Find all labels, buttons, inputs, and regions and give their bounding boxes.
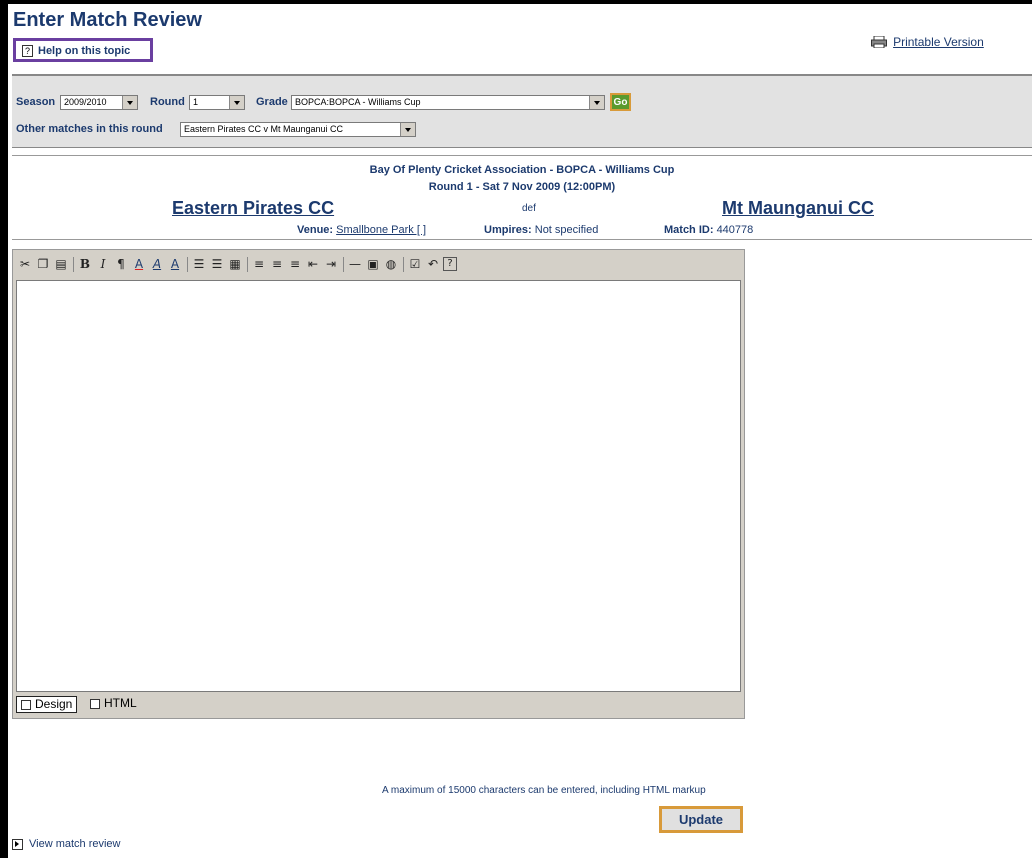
- play-icon: [12, 838, 23, 850]
- round-select[interactable]: 1: [189, 95, 245, 110]
- max-characters-note: A maximum of 15000 characters can be ent…: [382, 785, 706, 796]
- editor-text-area[interactable]: [16, 280, 741, 692]
- filter-bar: Season 2009/2010 Round 1 Grade BOPCA:BOP…: [12, 74, 1032, 148]
- tab-html-label: HTML: [104, 696, 137, 710]
- home-team-link[interactable]: Eastern Pirates CC: [172, 198, 334, 219]
- umpires-label: Umpires:: [484, 224, 532, 236]
- grade-label: Grade: [256, 96, 288, 108]
- toolbar-divider: [73, 257, 74, 272]
- toolbar-divider: [343, 257, 344, 272]
- spellcheck-icon[interactable]: ☑: [407, 255, 423, 273]
- image-icon[interactable]: ▣: [365, 255, 381, 273]
- link-icon[interactable]: ◍: [383, 255, 399, 273]
- horizontal-rule-icon[interactable]: —: [347, 255, 363, 273]
- toolbar-divider: [187, 257, 188, 272]
- venue-info: Venue: Smallbone Park [ ]: [297, 224, 426, 236]
- page-title: Enter Match Review: [13, 9, 202, 31]
- association-name: Bay Of Plenty Cricket Association - BOPC…: [369, 164, 675, 176]
- view-match-review-link[interactable]: View match review: [12, 838, 121, 850]
- html-icon: [90, 698, 100, 709]
- table-icon[interactable]: ▦: [227, 255, 243, 273]
- editor-mode-bar: Design HTML: [16, 696, 741, 714]
- paste-icon[interactable]: ▤: [53, 255, 69, 273]
- superscript-icon[interactable]: A: [167, 255, 183, 273]
- help-link[interactable]: ? Help on this topic: [13, 38, 153, 62]
- bold-icon[interactable]: B: [77, 255, 93, 273]
- grade-select[interactable]: BOPCA:BOPCA - Williams Cup: [291, 95, 605, 110]
- align-right-icon[interactable]: ≡: [287, 255, 303, 273]
- match-summary: Bay Of Plenty Cricket Association - BOPC…: [12, 155, 1032, 240]
- chevron-down-icon[interactable]: [229, 96, 244, 109]
- view-match-review-label: View match review: [29, 838, 121, 850]
- undo-icon[interactable]: ↶: [425, 255, 441, 273]
- result-word: def: [522, 203, 536, 214]
- editor-toolbar: ✂ ❐ ▤ B I ¶ A A A ☰ ☰ ▦ ≡ ≡ ≡ ⇤ ⇥ — ▣ ◍ …: [17, 255, 737, 275]
- round-date: Round 1 - Sat 7 Nov 2009 (12:00PM): [428, 181, 616, 193]
- round-value: 1: [193, 97, 199, 107]
- tab-design[interactable]: Design: [16, 696, 78, 713]
- help-icon[interactable]: ?: [443, 257, 457, 271]
- other-matches-select[interactable]: Eastern Pirates CC v Mt Maunganui CC: [180, 122, 416, 137]
- outdent-icon[interactable]: ⇤: [305, 255, 321, 273]
- chevron-down-icon[interactable]: [122, 96, 137, 109]
- update-button[interactable]: Update: [659, 806, 743, 833]
- align-left-icon[interactable]: ≡: [251, 255, 267, 273]
- help-icon: ?: [22, 45, 33, 57]
- unordered-list-icon[interactable]: ☰: [209, 255, 225, 273]
- venue-link[interactable]: Smallbone Park [ ]: [336, 224, 426, 236]
- venue-label: Venue:: [297, 224, 334, 236]
- printable-version-link[interactable]: Printable Version: [893, 35, 984, 49]
- toolbar-divider: [403, 257, 404, 272]
- paragraph-icon[interactable]: ¶: [113, 255, 129, 273]
- window-frame-left: [0, 0, 8, 858]
- rich-text-editor: ✂ ❐ ▤ B I ¶ A A A ☰ ☰ ▦ ≡ ≡ ≡ ⇤ ⇥ — ▣ ◍ …: [12, 249, 745, 719]
- round-label: Round: [150, 96, 185, 108]
- match-id-info: Match ID: 440778: [664, 224, 753, 236]
- toolbar-divider: [247, 257, 248, 272]
- match-id-value: 440778: [716, 224, 754, 236]
- printable-version[interactable]: Printable Version: [871, 35, 984, 49]
- chevron-down-icon[interactable]: [400, 123, 415, 136]
- tab-html[interactable]: HTML: [86, 696, 141, 713]
- cut-icon[interactable]: ✂: [17, 255, 33, 273]
- italic-icon[interactable]: I: [95, 255, 111, 273]
- other-matches-label: Other matches in this round: [16, 123, 163, 135]
- season-label: Season: [16, 96, 56, 108]
- away-team-link[interactable]: Mt Maunganui CC: [722, 198, 874, 219]
- indent-icon[interactable]: ⇥: [323, 255, 339, 273]
- season-select[interactable]: 2009/2010: [60, 95, 138, 110]
- copy-icon[interactable]: ❐: [35, 255, 51, 273]
- highlight-icon[interactable]: A: [149, 255, 165, 273]
- season-value: 2009/2010: [64, 97, 107, 107]
- ordered-list-icon[interactable]: ☰: [191, 255, 207, 273]
- design-icon: [21, 699, 31, 710]
- font-color-icon[interactable]: A: [131, 255, 147, 273]
- other-matches-value: Eastern Pirates CC v Mt Maunganui CC: [184, 124, 344, 134]
- tab-design-label: Design: [35, 697, 73, 711]
- match-id-label: Match ID:: [664, 224, 714, 236]
- go-button[interactable]: Go: [610, 93, 631, 111]
- align-center-icon[interactable]: ≡: [269, 255, 285, 273]
- help-link-label: Help on this topic: [38, 45, 131, 57]
- umpires-value: Not specified: [534, 224, 599, 236]
- page-content: Enter Match Review ? Help on this topic …: [8, 4, 1032, 858]
- chevron-down-icon[interactable]: [589, 96, 604, 109]
- printer-icon: [871, 36, 887, 48]
- grade-value: BOPCA:BOPCA - Williams Cup: [295, 97, 421, 107]
- umpires-info: Umpires: Not specified: [484, 224, 598, 236]
